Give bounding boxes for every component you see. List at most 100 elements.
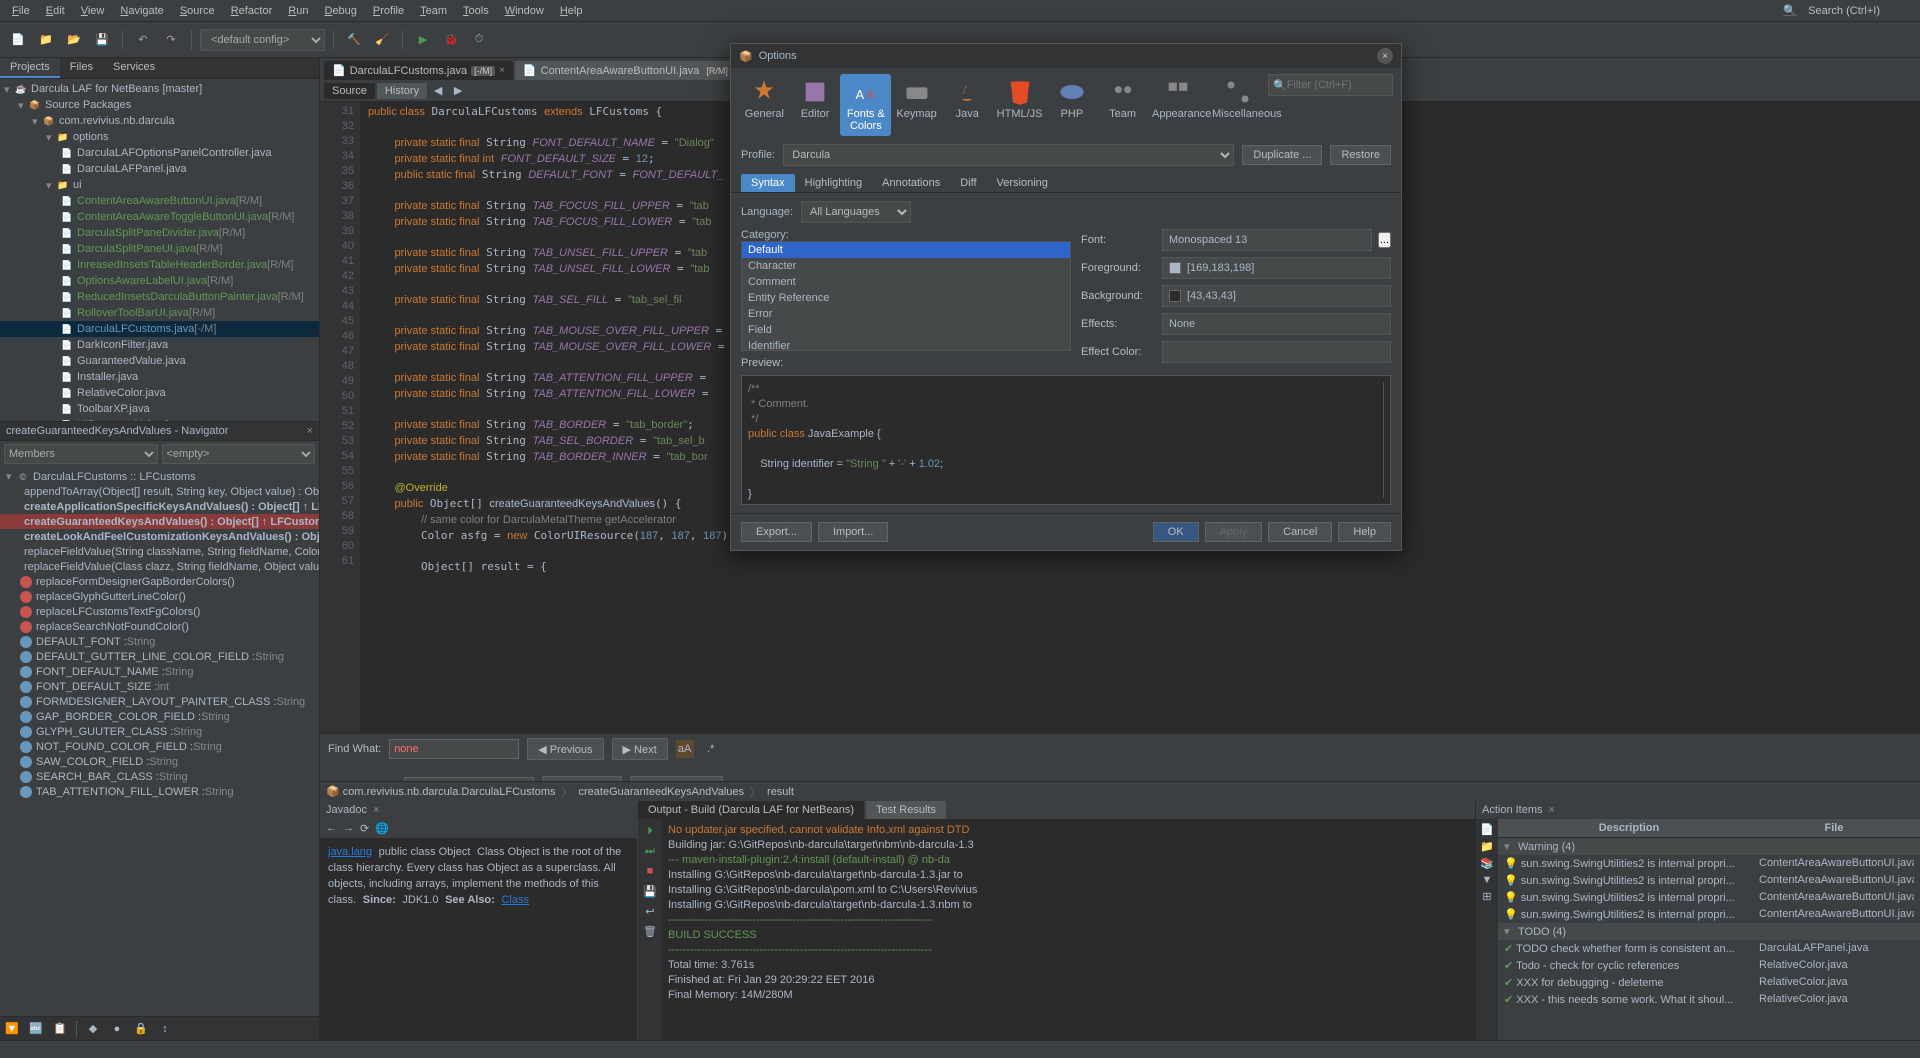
tab-services[interactable]: Services bbox=[103, 58, 165, 78]
profile-icon[interactable]: ⏱ bbox=[467, 28, 491, 52]
members-filter[interactable]: Members bbox=[4, 444, 158, 464]
category-item[interactable]: Entity Reference bbox=[742, 290, 1070, 306]
action-list[interactable]: DescriptionFile ▾Warning (4) 💡 sun.swing… bbox=[1498, 819, 1920, 1040]
cat-fonts-colors[interactable]: AAFonts & Colors bbox=[840, 74, 891, 136]
highlight-toggle-icon[interactable]: aA bbox=[676, 740, 694, 758]
category-item[interactable]: Error bbox=[742, 306, 1070, 322]
cat-htmljs[interactable]: HTML/JS bbox=[993, 74, 1047, 124]
action-items-tab[interactable]: Action Items bbox=[1482, 804, 1543, 816]
file-node-selected[interactable]: 📄DarculaLFCustoms.java [-/M] bbox=[0, 321, 319, 337]
action-item[interactable]: 💡 sun.swing.SwingUtilities2 is internal … bbox=[1498, 872, 1920, 889]
open-icon[interactable]: 📂 bbox=[62, 28, 86, 52]
clean-build-icon[interactable]: 🧹 bbox=[370, 28, 394, 52]
rerun-debug-icon[interactable]: ⏭ bbox=[642, 843, 658, 859]
close-icon[interactable]: × bbox=[1549, 804, 1555, 816]
tab-projects[interactable]: Projects bbox=[0, 58, 60, 78]
field-node[interactable]: SEARCH_BAR_CLASS : String bbox=[0, 769, 319, 784]
file-node[interactable]: 📄DarculaLAFOptionsPanelController.java bbox=[0, 145, 319, 161]
navigator-tree[interactable]: ▾©DarculaLFCustoms :: LFCustoms appendTo… bbox=[0, 467, 319, 1016]
method-node[interactable]: appendToArray(Object[] result, String ke… bbox=[0, 484, 319, 499]
close-icon[interactable]: × bbox=[307, 425, 313, 437]
menu-tools[interactable]: Tools bbox=[455, 2, 497, 20]
field-node[interactable]: TAB_ATTENTION_FILL_LOWER : String bbox=[0, 784, 319, 799]
cat-appearance[interactable]: Appearance bbox=[1148, 74, 1208, 124]
redo-icon[interactable]: ↷ bbox=[159, 28, 183, 52]
action-item[interactable]: ✔ XXX - this needs some work. What it sh… bbox=[1498, 991, 1920, 1008]
menu-window[interactable]: Window bbox=[497, 2, 552, 20]
file-node[interactable]: 📄ContentAreaAwareToggleButtonUI.java [R/… bbox=[0, 209, 319, 225]
build-icon[interactable]: 🔨 bbox=[342, 28, 366, 52]
menu-help[interactable]: Help bbox=[552, 2, 591, 20]
effects-select[interactable]: None bbox=[1162, 313, 1391, 335]
method-node[interactable]: replaceGlyphGutterLineColor() bbox=[0, 589, 319, 604]
file-node[interactable]: 📄OptionsAwareLabelUI.java [R/M] bbox=[0, 273, 319, 289]
menu-run[interactable]: Run bbox=[280, 2, 316, 20]
sort-icon[interactable]: 🔤 bbox=[28, 1021, 44, 1037]
ok-button[interactable]: OK bbox=[1153, 522, 1199, 542]
save-all-icon[interactable]: 💾 bbox=[90, 28, 114, 52]
rerun-icon[interactable]: ⏵ bbox=[642, 823, 658, 839]
file-node[interactable]: 📄RelativeColor.java bbox=[0, 385, 319, 401]
cat-keymap[interactable]: Keymap bbox=[891, 74, 942, 124]
font-value[interactable]: Monospaced 13 bbox=[1162, 229, 1372, 251]
find-input[interactable] bbox=[389, 739, 519, 759]
cancel-button[interactable]: Cancel bbox=[1268, 522, 1332, 542]
field-node[interactable]: FORMDESIGNER_LAYOUT_PAINTER_CLASS : Stri… bbox=[0, 694, 319, 709]
menu-refactor[interactable]: Refactor bbox=[223, 2, 281, 20]
back-icon[interactable]: ← bbox=[326, 822, 337, 835]
wrap-icon[interactable]: ↩ bbox=[642, 903, 658, 919]
file-node[interactable]: 📄RolloverToolBarUI.java [R/M] bbox=[0, 305, 319, 321]
duplicate-button[interactable]: Duplicate ... bbox=[1242, 145, 1322, 165]
action-item[interactable]: 💡 sun.swing.SwingUtilities2 is internal … bbox=[1498, 889, 1920, 906]
regex-toggle-icon[interactable]: .* bbox=[702, 740, 720, 758]
new-file-icon[interactable]: 📄 bbox=[6, 28, 30, 52]
cat-general[interactable]: General bbox=[739, 74, 790, 124]
tab-versioning[interactable]: Versioning bbox=[987, 174, 1058, 192]
field-node[interactable]: NOT_FOUND_COLOR_FIELD : String bbox=[0, 739, 319, 754]
cat-editor[interactable]: Editor bbox=[790, 74, 841, 124]
cat-java[interactable]: Java bbox=[942, 74, 993, 124]
expand-icon[interactable]: ↕ bbox=[157, 1021, 173, 1037]
warning-group[interactable]: ▾Warning (4) bbox=[1498, 838, 1920, 855]
effect-color-select[interactable] bbox=[1162, 341, 1391, 363]
category-item[interactable]: Identifier bbox=[742, 338, 1070, 351]
action-item[interactable]: ✔ XXX for debugging - deletemeRelativeCo… bbox=[1498, 974, 1920, 991]
field-node[interactable]: GAP_BORDER_COLOR_FIELD : String bbox=[0, 709, 319, 724]
source-view-button[interactable]: Source bbox=[324, 83, 375, 99]
category-item[interactable]: Default bbox=[742, 242, 1070, 258]
method-node[interactable]: replaceSearchNotFoundColor() bbox=[0, 619, 319, 634]
menu-debug[interactable]: Debug bbox=[316, 2, 364, 20]
javadoc-tab[interactable]: Javadoc bbox=[326, 804, 367, 816]
debug-icon[interactable]: 🐞 bbox=[439, 28, 463, 52]
project-tree[interactable]: ▾☕Darcula LAF for NetBeans [master] ▾📦So… bbox=[0, 79, 319, 421]
menu-source[interactable]: Source bbox=[172, 2, 223, 20]
cat-misc[interactable]: Miscellaneous bbox=[1208, 74, 1268, 124]
field-node[interactable]: GLYPH_GUUTER_CLASS : String bbox=[0, 724, 319, 739]
clear-icon[interactable]: 🗑 bbox=[642, 923, 658, 939]
todo-group[interactable]: ▾TODO (4) bbox=[1498, 923, 1920, 940]
action-item[interactable]: ✔ Todo - check for cyclic referencesRela… bbox=[1498, 957, 1920, 974]
close-icon[interactable]: × bbox=[1377, 48, 1393, 64]
file-node[interactable]: 📄ToolbarXP.java bbox=[0, 401, 319, 417]
save-icon[interactable]: 💾 bbox=[642, 883, 658, 899]
file-node[interactable]: 📄DarculaSplitPaneDivider.java [R/M] bbox=[0, 225, 319, 241]
file-node[interactable]: 📄DarculaSplitPaneUI.java [R/M] bbox=[0, 241, 319, 257]
undo-icon[interactable]: ↶ bbox=[131, 28, 155, 52]
scope-icon[interactable]: 📚 bbox=[1480, 857, 1494, 870]
file-node[interactable]: 📄DarculaLAFPanel.java bbox=[0, 161, 319, 177]
breadcrumb-item[interactable]: 📦 com.revivius.nb.darcula.DarculaLFCusto… bbox=[326, 785, 556, 798]
tab-diff[interactable]: Diff bbox=[950, 174, 986, 192]
see-also-link[interactable]: Class bbox=[501, 894, 529, 906]
filter-icon[interactable]: 🔽 bbox=[4, 1021, 20, 1037]
method-node[interactable]: replaceFormDesignerGapBorderColors() bbox=[0, 574, 319, 589]
tab-files[interactable]: Files bbox=[60, 58, 103, 78]
file-node[interactable]: 📄ReducedInsetsDarculaButtonPainter.java … bbox=[0, 289, 319, 305]
export-button[interactable]: Export... bbox=[741, 522, 812, 542]
category-list[interactable]: DefaultCharacterCommentEntity ReferenceE… bbox=[741, 241, 1071, 351]
tab-highlighting[interactable]: Highlighting bbox=[795, 174, 872, 192]
breadcrumb-item[interactable]: result bbox=[767, 786, 794, 798]
options-filter[interactable]: 🔍 bbox=[1268, 74, 1393, 96]
field-node[interactable]: DEFAULT_GUTTER_LINE_COLOR_FIELD : String bbox=[0, 649, 319, 664]
scope-icon[interactable]: 📄 bbox=[1480, 823, 1494, 836]
new-project-icon[interactable]: 📁 bbox=[34, 28, 58, 52]
